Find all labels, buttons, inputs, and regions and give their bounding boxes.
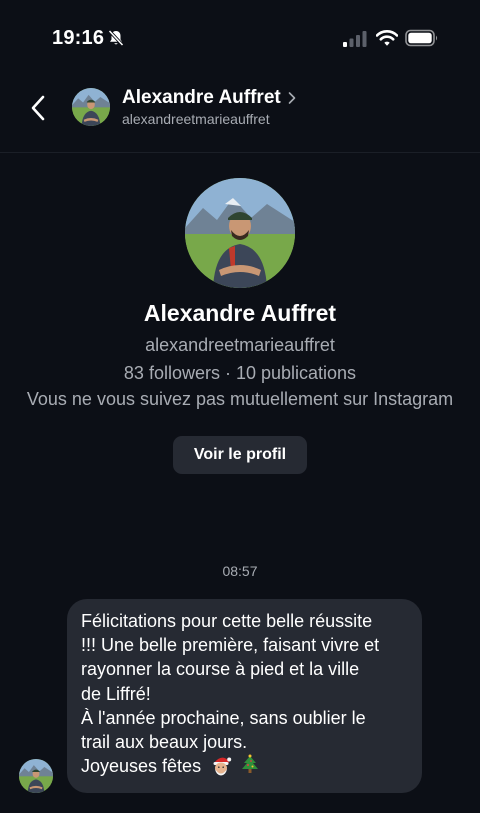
message-closing-line: Joyeuses fêtes	[81, 754, 410, 778]
profile-name: Alexandre Auffret	[143, 300, 337, 326]
header-username: alexandreetmarieauffret	[122, 111, 270, 127]
sender-avatar[interactable]	[19, 759, 53, 793]
message-line: !!! Une belle première, faisant vivre et	[81, 635, 380, 656]
bell-slash-icon	[108, 29, 124, 47]
message-line: trail aux beaux jours.	[81, 732, 248, 753]
profile-stats: 83 followers · 10 publications	[123, 363, 357, 383]
view-profile-button[interactable]: Voir le profil	[173, 436, 307, 474]
santa-emoji	[213, 757, 232, 776]
message-line: de Liffré!	[81, 683, 151, 704]
message-line: Félicitations pour cette belle réussite	[81, 611, 373, 631]
avatar[interactable]	[72, 88, 110, 126]
battery-icon	[405, 29, 438, 47]
status-bar: 19:16	[0, 0, 480, 78]
back-chevron-icon[interactable]	[27, 92, 51, 124]
chat-header: Alexandre Auffret alexandreetmarieauffre…	[0, 78, 480, 153]
wifi-icon	[376, 30, 398, 46]
signal-icon	[343, 31, 367, 47]
profile-username: alexandreetmarieauffret	[145, 335, 335, 355]
christmas-tree-emoji	[242, 754, 259, 774]
header-title[interactable]: Alexandre Auffret	[122, 87, 297, 109]
status-time: 19:16	[52, 27, 105, 49]
message-bubble[interactable]: Félicitations pour cette belle réussite …	[67, 599, 422, 793]
header-name: Alexandre Auffret	[122, 87, 281, 108]
profile-avatar[interactable]	[185, 178, 295, 288]
mutual-follow-text: Vous ne vous suivez pas mutuellement sur…	[26, 389, 454, 409]
message-timestamp: 08:57	[222, 563, 258, 579]
message-line: rayonner la course à pied et la ville	[81, 659, 360, 680]
message-closing-text: Joyeuses fêtes	[81, 756, 202, 777]
chevron-right-icon	[288, 92, 296, 104]
message-line: À l'année prochaine, sans oublier le	[81, 707, 366, 728]
